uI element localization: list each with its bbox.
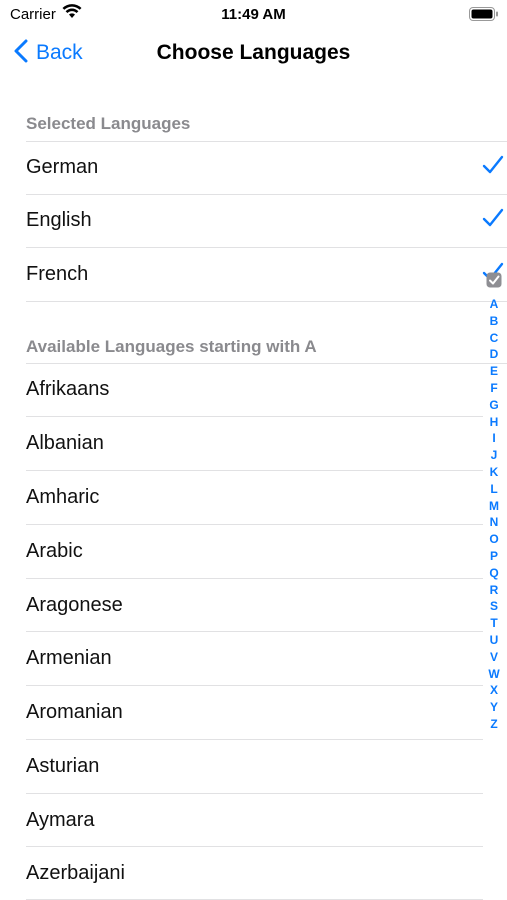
language-row-amharic[interactable]: Amharic: [26, 471, 481, 524]
language-label: Azerbaijani: [26, 862, 125, 884]
language-row-armenian[interactable]: Armenian: [26, 632, 481, 685]
battery-icon: [469, 7, 499, 26]
language-row-aragonese[interactable]: Aragonese: [26, 579, 481, 632]
index-letter[interactable]: Y: [490, 699, 498, 716]
index-letter[interactable]: F: [490, 380, 497, 397]
navigation-bar: Back Choose Languages: [0, 28, 507, 78]
index-letter[interactable]: I: [492, 430, 495, 447]
page-title: Choose Languages: [156, 41, 351, 64]
index-letter[interactable]: H: [490, 414, 499, 431]
selected-section-header: Selected Languages: [26, 114, 191, 133]
index-letter[interactable]: B: [490, 313, 499, 330]
language-row-aromanian[interactable]: Aromanian: [26, 686, 481, 739]
language-row-albanian[interactable]: Albanian: [26, 417, 481, 470]
index-letter[interactable]: M: [489, 498, 499, 515]
checkmark-icon: [482, 155, 504, 181]
language-label: French: [26, 263, 89, 285]
index-letter[interactable]: S: [490, 598, 498, 615]
language-label: Aromanian: [26, 701, 123, 723]
language-row-aymara[interactable]: Aymara: [26, 794, 481, 847]
separator: [26, 301, 507, 302]
checkmark-icon: [482, 208, 504, 234]
index-letter[interactable]: D: [490, 346, 499, 363]
language-row-arabic[interactable]: Arabic: [26, 525, 481, 578]
index-letter[interactable]: A: [490, 296, 499, 313]
index-letter[interactable]: C: [490, 330, 499, 347]
language-label: Albanian: [26, 432, 104, 454]
selected-row-french[interactable]: French: [26, 248, 504, 301]
section-index[interactable]: A B C D E F G H I J K L M N O P Q R S T …: [483, 272, 505, 733]
language-label: Armenian: [26, 647, 112, 669]
status-time: 11:49 AM: [221, 6, 286, 23]
index-letter[interactable]: O: [489, 531, 498, 548]
index-letter[interactable]: P: [490, 548, 498, 565]
language-row-azerbaijani[interactable]: Azerbaijani: [26, 847, 481, 900]
index-letter[interactable]: E: [490, 363, 498, 380]
available-section-header: Available Languages starting with A: [26, 337, 317, 356]
language-label: Aymara: [26, 809, 95, 831]
index-letter[interactable]: K: [490, 464, 499, 481]
language-label: Aragonese: [26, 594, 123, 616]
index-letter[interactable]: G: [489, 397, 498, 414]
selected-row-english[interactable]: English: [26, 194, 504, 247]
index-letter[interactable]: W: [488, 666, 499, 683]
index-letter[interactable]: V: [490, 649, 498, 666]
language-label: English: [26, 209, 92, 231]
language-row-asturian[interactable]: Asturian: [26, 740, 481, 793]
language-label: Amharic: [26, 486, 100, 508]
selected-row-german[interactable]: German: [26, 141, 504, 194]
language-row-afrikaans[interactable]: Afrikaans: [26, 363, 481, 416]
status-bar: Carrier 11:49 AM: [0, 0, 507, 28]
index-letter[interactable]: N: [490, 514, 499, 531]
checkbox-index-icon[interactable]: [486, 272, 502, 293]
language-label: Arabic: [26, 540, 83, 562]
language-label: German: [26, 156, 99, 178]
index-letter[interactable]: J: [491, 447, 498, 464]
index-letter[interactable]: L: [490, 481, 497, 498]
index-letter[interactable]: Q: [489, 565, 498, 582]
index-letter[interactable]: U: [490, 632, 499, 649]
index-letter[interactable]: X: [490, 682, 498, 699]
language-label: Afrikaans: [26, 378, 110, 400]
index-letter[interactable]: Z: [490, 716, 497, 733]
index-letter[interactable]: T: [490, 615, 497, 632]
index-letter[interactable]: R: [490, 582, 499, 599]
language-label: Asturian: [26, 755, 100, 777]
